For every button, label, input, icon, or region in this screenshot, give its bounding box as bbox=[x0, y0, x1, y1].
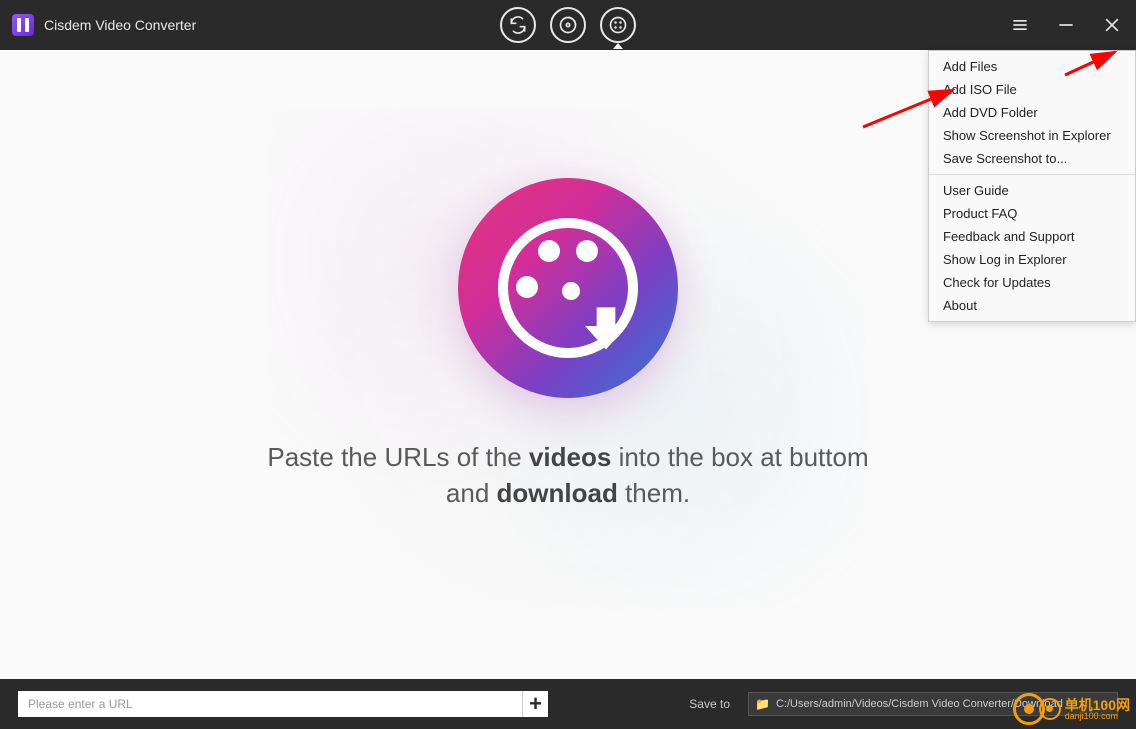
menu-product-faq[interactable]: Product FAQ bbox=[929, 202, 1135, 225]
disc-icon bbox=[558, 15, 578, 35]
menu-add-dvd-folder[interactable]: Add DVD Folder bbox=[929, 101, 1135, 124]
hamburger-icon bbox=[1010, 15, 1030, 35]
menu-user-guide[interactable]: User Guide bbox=[929, 179, 1135, 202]
url-input[interactable] bbox=[18, 691, 522, 717]
save-to-label: Save to bbox=[689, 697, 730, 711]
instruction-text: Paste the URLs of the videos into the bo… bbox=[267, 440, 868, 510]
close-icon bbox=[1102, 15, 1122, 35]
watermark: 单机100网 danji100.com bbox=[1013, 693, 1130, 725]
watermark-logo-icon-small bbox=[1039, 698, 1061, 720]
convert-tab[interactable] bbox=[500, 7, 536, 43]
menu-check-updates[interactable]: Check for Updates bbox=[929, 271, 1135, 294]
app-logo-icon bbox=[12, 14, 34, 36]
download-arrow-icon bbox=[578, 298, 634, 354]
close-button[interactable] bbox=[1100, 13, 1124, 37]
rip-tab[interactable] bbox=[550, 7, 586, 43]
window-controls bbox=[1008, 13, 1124, 37]
folder-icon: 📁 bbox=[755, 697, 770, 711]
menu-about[interactable]: About bbox=[929, 294, 1135, 317]
download-tab[interactable] bbox=[600, 7, 636, 43]
bottom-bar: + Save to 📁 C:/Users/admin/Videos/Cisdem… bbox=[0, 679, 1136, 729]
menu-show-screenshot-explorer[interactable]: Show Screenshot in Explorer bbox=[929, 124, 1135, 147]
menu-save-screenshot-to[interactable]: Save Screenshot to... bbox=[929, 147, 1135, 170]
minimize-icon bbox=[1056, 15, 1076, 35]
hamburger-dropdown-menu: Add Files Add ISO File Add DVD Folder Sh… bbox=[928, 50, 1136, 322]
download-hero-icon bbox=[458, 178, 678, 398]
url-input-group: + bbox=[18, 691, 548, 717]
hamburger-menu-button[interactable] bbox=[1008, 13, 1032, 37]
add-url-button[interactable]: + bbox=[522, 691, 548, 717]
watermark-text-cn: 单机100网 bbox=[1065, 698, 1130, 712]
app-title: Cisdem Video Converter bbox=[44, 17, 196, 33]
film-download-icon bbox=[608, 15, 628, 35]
minimize-button[interactable] bbox=[1054, 13, 1078, 37]
menu-separator bbox=[929, 174, 1135, 175]
convert-icon bbox=[508, 15, 528, 35]
mode-tabs bbox=[500, 7, 636, 43]
menu-show-log-explorer[interactable]: Show Log in Explorer bbox=[929, 248, 1135, 271]
menu-add-iso-file[interactable]: Add ISO File bbox=[929, 78, 1135, 101]
menu-feedback-support[interactable]: Feedback and Support bbox=[929, 225, 1135, 248]
menu-add-files[interactable]: Add Files bbox=[929, 55, 1135, 78]
watermark-text-url: danji100.com bbox=[1065, 712, 1130, 721]
title-bar: Cisdem Video Converter bbox=[0, 0, 1136, 50]
